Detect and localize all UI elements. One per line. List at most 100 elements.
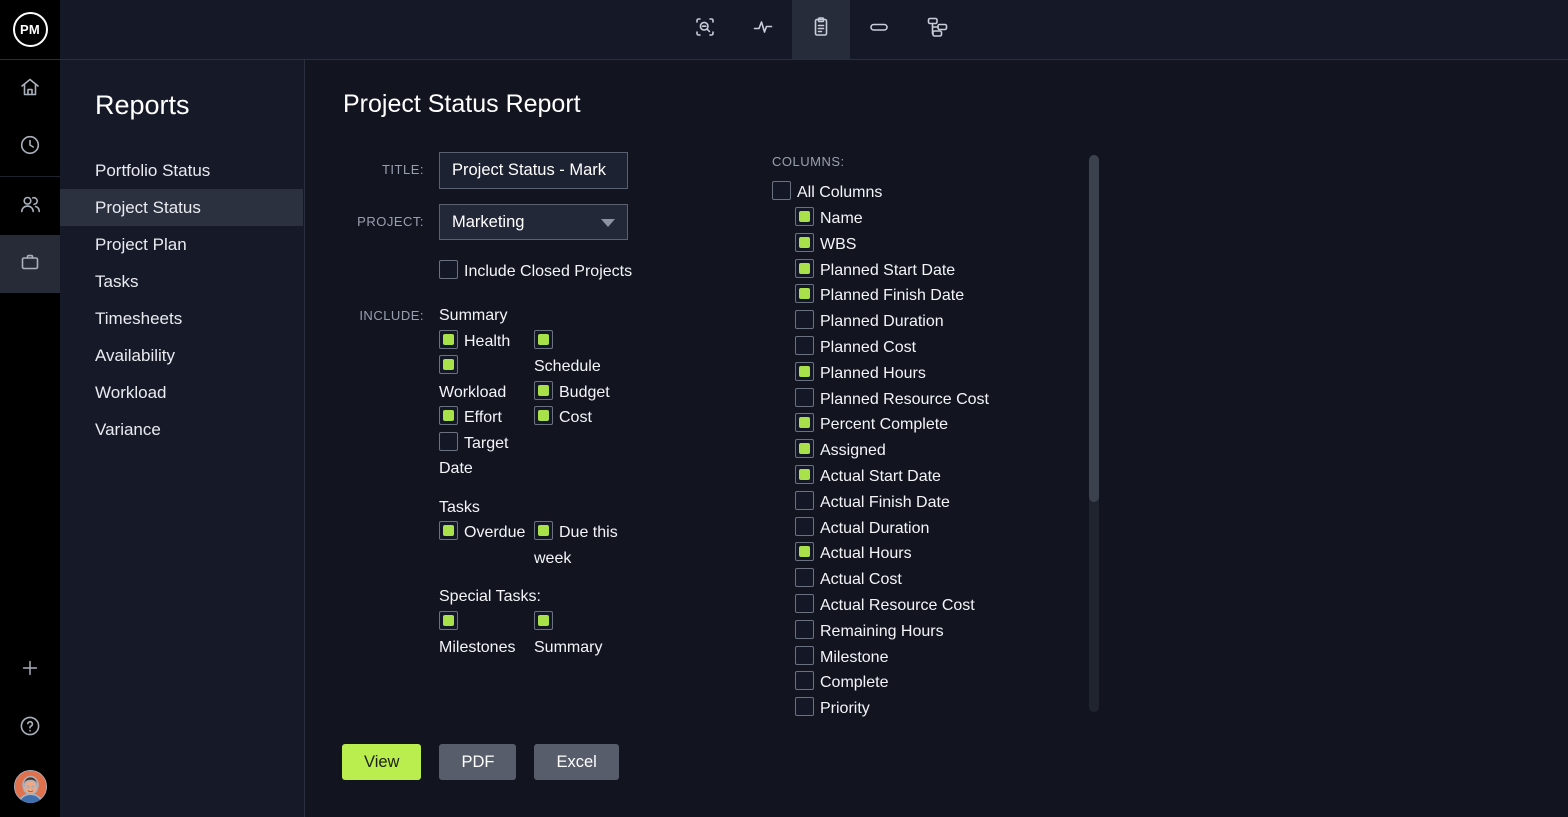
sidebar-item-timesheets[interactable]: Timesheets [60,300,303,337]
include-group-tasks: TasksOverdueDue this week [439,495,649,572]
team-icon [18,192,42,221]
include-option-health[interactable]: Health [439,329,529,355]
column-option-complete[interactable]: Complete [795,670,1102,696]
columns-scrollbar[interactable] [1089,155,1099,712]
column-option-remaining-hours[interactable]: Remaining Hours [795,619,1102,645]
sidebar-item-workload[interactable]: Workload [60,374,303,411]
checkbox-box [795,336,814,355]
column-option-planned-resource-cost[interactable]: Planned Resource Cost [795,387,1102,413]
include-column: Schedule Budget Cost [534,329,639,431]
column-option-planned-start-date[interactable]: Planned Start Date [795,258,1102,284]
checkbox-box [795,646,814,665]
sidebar-item-tasks[interactable]: Tasks [60,263,303,300]
checkbox-label: Percent Complete [820,416,948,433]
checkbox-label: Actual Duration [820,520,929,537]
title-input[interactable] [439,152,628,189]
column-option-actual-cost[interactable]: Actual Cost [795,567,1102,593]
checkbox-label: Schedule [534,354,639,380]
topbar: PM [0,0,1568,60]
rail-item-recent[interactable] [0,118,60,176]
checkbox-box [439,330,458,349]
plus-icon [19,657,41,684]
tab-workflow[interactable] [908,0,966,59]
timeline-bar-icon [867,15,891,44]
rail-item-projects[interactable] [0,235,60,293]
all-columns-row: All Columns [772,180,1102,206]
sidebar-item-variance[interactable]: Variance [60,411,303,448]
column-option-actual-duration[interactable]: Actual Duration [795,516,1102,542]
tab-report[interactable] [792,0,850,59]
include-option-workload[interactable]: Workload [439,354,529,405]
column-option-planned-duration[interactable]: Planned Duration [795,309,1102,335]
reports-sidebar: Reports Portfolio StatusProject StatusPr… [60,60,305,817]
include-column: Overdue [439,520,529,546]
include-option-overdue[interactable]: Overdue [439,520,529,546]
checkbox-label: Actual Finish Date [820,494,950,511]
report-list: Portfolio StatusProject StatusProject Pl… [60,152,303,448]
include-option-due-this-week[interactable]: Due this week [534,520,639,571]
option-all-columns[interactable]: All Columns [772,180,1102,206]
rail-item-add[interactable] [0,641,60,699]
include-closed-checkbox[interactable]: Include Closed Projects [439,260,632,283]
tab-zoom-select[interactable] [676,0,734,59]
checkbox-box [439,406,458,425]
columns-label: COLUMNS: [772,154,1102,170]
sidebar-item-project-status[interactable]: Project Status [60,189,303,226]
include-option-summary[interactable]: Summary [534,610,639,661]
include-option-schedule[interactable]: Schedule [534,329,639,380]
scrollbar-thumb[interactable] [1089,155,1099,502]
column-option-actual-resource-cost[interactable]: Actual Resource Cost [795,593,1102,619]
checkbox-label: Workload [439,380,529,406]
include-option-cost[interactable]: Cost [534,405,639,431]
checkbox-box [795,310,814,329]
app-logo[interactable]: PM [0,0,60,59]
column-option-priority[interactable]: Priority [795,696,1102,722]
view-button[interactable]: View [342,744,421,780]
rail-item-help[interactable] [0,699,60,757]
checkbox-box [795,362,814,381]
column-option-name[interactable]: Name [795,206,1102,232]
user-avatar [14,770,47,803]
pdf-button[interactable]: PDF [439,744,516,780]
activity-icon [751,15,775,44]
column-option-assigned[interactable]: Assigned [795,438,1102,464]
column-option-actual-finish-date[interactable]: Actual Finish Date [795,490,1102,516]
include-option-milestones[interactable]: Milestones [439,610,529,661]
checkbox-box [534,406,553,425]
checkbox-label: Milestones [439,635,529,661]
checkbox-label: Planned Hours [820,365,926,382]
checkbox-box [795,233,814,252]
column-option-actual-hours[interactable]: Actual Hours [795,541,1102,567]
tab-timeline[interactable] [850,0,908,59]
checkbox-label: Planned Duration [820,313,944,330]
project-label: PROJECT: [305,214,424,230]
checkbox-box [795,568,814,587]
include-column: Health WorkloadEffortTarget Date [439,329,529,482]
topbar-tabs [676,0,966,59]
checkbox-box [795,542,814,561]
checkbox-label: Overdue [464,524,525,541]
sidebar-item-project-plan[interactable]: Project Plan [60,226,303,263]
column-option-planned-cost[interactable]: Planned Cost [795,335,1102,361]
sidebar-item-portfolio-status[interactable]: Portfolio Status [60,152,303,189]
include-option-target-date[interactable]: Target Date [439,431,529,482]
checkbox-box [439,260,458,279]
include-column: Due this week [534,520,639,571]
column-option-planned-hours[interactable]: Planned Hours [795,361,1102,387]
include-option-budget[interactable]: Budget [534,380,639,406]
column-option-planned-finish-date[interactable]: Planned Finish Date [795,283,1102,309]
include-option-effort[interactable]: Effort [439,405,529,431]
project-select[interactable]: Marketing [439,204,628,240]
checkbox-label: Budget [559,384,610,401]
column-option-actual-start-date[interactable]: Actual Start Date [795,464,1102,490]
column-option-wbs[interactable]: WBS [795,232,1102,258]
rail-item-home[interactable] [0,60,60,118]
rail-item-team[interactable] [0,177,60,235]
column-option-percent-complete[interactable]: Percent Complete [795,412,1102,438]
sidebar-item-availability[interactable]: Availability [60,337,303,374]
rail-item-profile[interactable] [0,757,60,815]
column-option-milestone[interactable]: Milestone [795,645,1102,671]
checkbox-box [795,388,814,407]
excel-button[interactable]: Excel [534,744,618,780]
tab-activity[interactable] [734,0,792,59]
